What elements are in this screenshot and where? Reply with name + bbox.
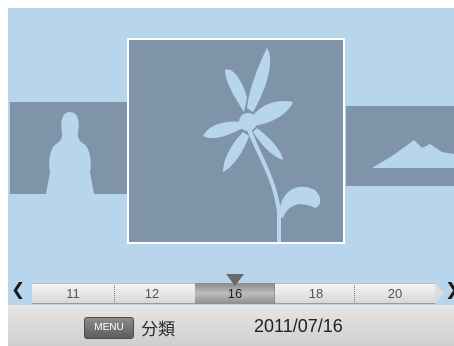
chevron-right-icon[interactable]: ❯ bbox=[445, 282, 454, 299]
photo-thumbnail-flower[interactable] bbox=[127, 38, 345, 244]
photo-thumbnail-person[interactable] bbox=[10, 102, 128, 194]
selection-marker-icon bbox=[226, 274, 244, 286]
menu-button[interactable]: MENU bbox=[84, 317, 134, 339]
bottom-bar: MENU 分類 2011/07/16 bbox=[8, 305, 454, 346]
category-label: 分類 bbox=[141, 320, 175, 340]
timeline-day[interactable]: 11 bbox=[53, 286, 93, 301]
timeline-separator bbox=[274, 285, 275, 302]
photo-thumbnail-mountain[interactable] bbox=[346, 106, 454, 186]
flower-silhouette-icon bbox=[203, 48, 321, 242]
timeline-separator bbox=[114, 285, 115, 302]
mountain-silhouette-icon bbox=[372, 140, 454, 168]
current-date: 2011/07/16 bbox=[254, 316, 343, 336]
timeline-separator bbox=[354, 285, 355, 302]
timeline-day[interactable]: 20 bbox=[375, 286, 415, 301]
timeline-bar-tip bbox=[435, 283, 444, 304]
timeline-day-selected[interactable]: 16 bbox=[215, 286, 255, 301]
timeline-day[interactable]: 18 bbox=[296, 286, 336, 301]
date-timeline: ❮ 11 12 16 18 20 ❯ bbox=[8, 274, 454, 305]
person-silhouette-icon bbox=[46, 112, 94, 194]
photo-browser-screen: ❮ 11 12 16 18 20 ❯ MENU 分類 2011/07/16 bbox=[8, 8, 454, 346]
timeline-day[interactable]: 12 bbox=[132, 286, 172, 301]
chevron-left-icon[interactable]: ❮ bbox=[11, 282, 25, 299]
